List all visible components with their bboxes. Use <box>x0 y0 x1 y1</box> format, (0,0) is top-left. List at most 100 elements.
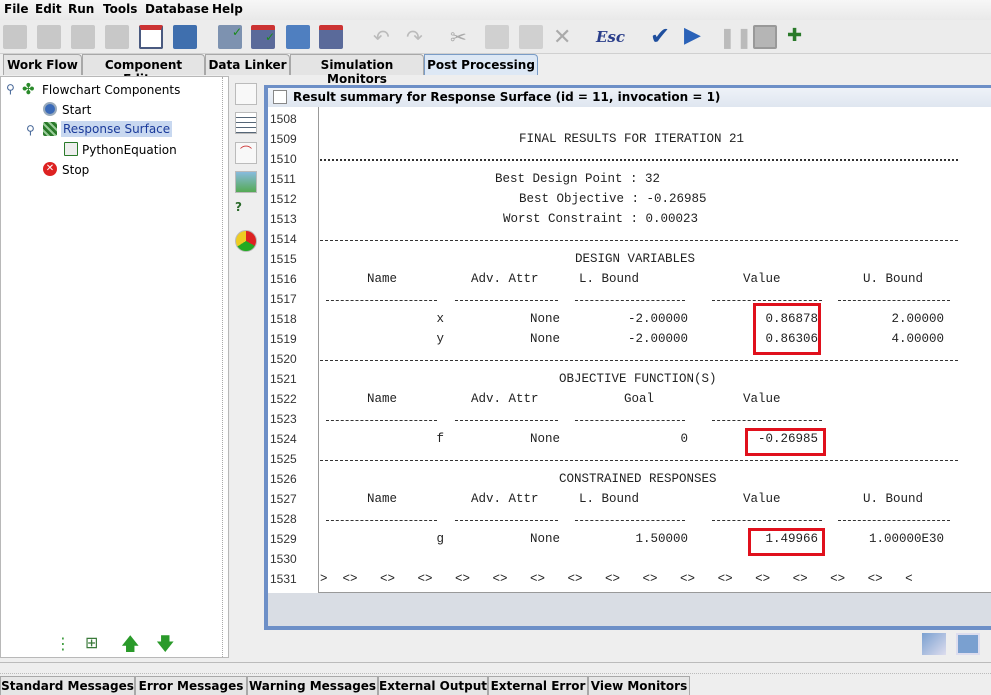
tab-data-linker[interactable]: Data Linker <box>205 54 290 75</box>
pause-icon[interactable]: ❚❚ <box>719 25 753 49</box>
undo-icon[interactable]: ↶ <box>373 25 397 49</box>
tab-simulation-monitors[interactable]: Simulation Monitors <box>290 54 424 86</box>
menu-database[interactable]: Database <box>145 2 209 16</box>
save-icon[interactable] <box>105 25 129 49</box>
table-cell: None <box>529 432 560 446</box>
line-number: 1508 <box>270 112 297 126</box>
tree-item-stop[interactable]: Stop <box>62 163 89 177</box>
line-number: 1511 <box>270 172 296 186</box>
play-icon[interactable]: ▶ <box>684 25 708 49</box>
edit-notes-icon[interactable] <box>235 83 257 105</box>
table-icon[interactable] <box>235 112 257 134</box>
column-header: Name <box>367 392 398 406</box>
tab-post-processing[interactable]: Post Processing <box>424 54 538 75</box>
column-separator <box>326 420 437 421</box>
check-icon[interactable]: ✔ <box>650 24 674 49</box>
column-header: L. Bound <box>579 492 640 506</box>
open-icon[interactable] <box>37 25 61 49</box>
pie-chart-icon[interactable] <box>235 230 257 252</box>
tab-warning-messages[interactable]: Warning Messages <box>247 676 378 695</box>
line-number: 1526 <box>270 472 297 486</box>
tab-external-output[interactable]: External Output <box>378 676 488 695</box>
column-separator <box>838 520 950 521</box>
tab-external-error[interactable]: External Error <box>488 676 588 695</box>
table-cell: 1.00000E30 <box>868 532 944 546</box>
tree-item-python-equation[interactable]: PythonEquation <box>82 143 177 157</box>
escape-icon[interactable]: Esc <box>596 25 626 49</box>
continuation-line: > <> <> <> <> <> <> <> <> <> <> <> <> <>… <box>320 572 913 586</box>
stop-icon[interactable] <box>753 25 777 49</box>
response-surface-icon <box>43 122 57 136</box>
tree-layout-icon[interactable]: ⊞ <box>85 633 98 652</box>
tree-toggle-icon[interactable]: ⚲ <box>26 123 35 137</box>
folder-open-icon[interactable] <box>286 25 310 49</box>
tab-error-messages[interactable]: Error Messages <box>135 676 247 695</box>
line-number: 1528 <box>270 512 297 526</box>
menu-edit[interactable]: Edit <box>35 2 62 16</box>
save-plugin-icon[interactable] <box>319 25 343 49</box>
menu-help[interactable]: Help <box>212 2 243 16</box>
plugin-icon[interactable]: ✚ <box>787 25 811 49</box>
folder-icon[interactable] <box>71 25 95 49</box>
tree-item-response-surface[interactable]: Response Surface <box>61 121 173 137</box>
component-tree-panel: ⚲ ✤ Flowchart Components Start ⚲ Respons… <box>0 76 229 658</box>
open-check-icon[interactable]: ✓ <box>218 25 242 49</box>
menu-file[interactable]: File <box>4 2 29 16</box>
column-separator <box>712 420 822 421</box>
help-query-icon[interactable]: ? <box>235 200 257 222</box>
separator-line <box>320 159 958 161</box>
save-check-icon[interactable]: ✓ <box>251 25 275 49</box>
splitter[interactable] <box>0 662 991 674</box>
section-title: DESIGN VARIABLES <box>575 252 696 266</box>
tree-item-start[interactable]: Start <box>62 103 91 117</box>
tree-root[interactable]: Flowchart Components <box>42 83 180 97</box>
power-icon <box>43 102 57 116</box>
column-separator <box>712 300 822 301</box>
column-header: U. Bound <box>863 272 924 286</box>
tab-work-flow[interactable]: Work Flow <box>3 54 82 75</box>
table-cell: -2.00000 <box>627 332 688 346</box>
line-number: 1522 <box>270 392 297 406</box>
column-separator <box>326 520 437 521</box>
column-separator <box>838 300 950 301</box>
line-number: 1513 <box>270 212 297 226</box>
lock-icon[interactable] <box>173 25 197 49</box>
column-separator <box>575 520 685 521</box>
table-cell: 0 <box>680 432 688 446</box>
table-cell: g <box>436 532 444 546</box>
table-cell: None <box>529 532 560 546</box>
delete-icon[interactable]: ✕ <box>553 25 577 50</box>
tab-view-monitors[interactable]: View Monitors <box>588 676 690 695</box>
chart-icon[interactable]: ⌒ <box>235 142 257 164</box>
new-icon[interactable] <box>3 25 27 49</box>
tab-component-editor[interactable]: Component Editor <box>82 54 205 86</box>
column-separator <box>575 420 685 421</box>
tree-toggle-icon[interactable]: ⚲ <box>6 82 15 96</box>
move-down-icon[interactable]: 🡇 <box>156 632 175 662</box>
line-number: 1521 <box>270 372 297 386</box>
tab-standard-messages[interactable]: Standard Messages <box>0 676 135 695</box>
tile-windows-icon[interactable] <box>956 633 980 655</box>
calendar-icon[interactable] <box>139 25 163 49</box>
move-up-icon[interactable]: 🡅 <box>121 632 140 662</box>
line-number: 1530 <box>270 552 297 566</box>
line-number: 1524 <box>270 432 297 446</box>
cut-icon[interactable]: ✂ <box>450 25 474 49</box>
redo-icon[interactable]: ↷ <box>406 25 430 49</box>
splitter[interactable] <box>222 77 228 657</box>
image-icon[interactable] <box>235 171 257 193</box>
section-title: CONSTRAINED RESPONSES <box>559 472 717 486</box>
cascade-windows-icon[interactable] <box>922 633 946 655</box>
column-separator <box>712 520 822 521</box>
line-number: 1527 <box>270 492 297 506</box>
copy-icon[interactable] <box>485 25 509 49</box>
line-number: 1509 <box>270 132 297 146</box>
menu-tools[interactable]: Tools <box>103 2 137 16</box>
menu-run[interactable]: Run <box>68 2 94 16</box>
menu-bar: File Edit Run Tools Database Help <box>0 0 991 20</box>
table-cell: 2.00000 <box>891 312 944 326</box>
tree-expand-icon[interactable]: ⋮ <box>55 634 71 653</box>
highlight-box <box>753 303 821 355</box>
paste-icon[interactable] <box>519 25 543 49</box>
column-separator <box>455 300 558 301</box>
